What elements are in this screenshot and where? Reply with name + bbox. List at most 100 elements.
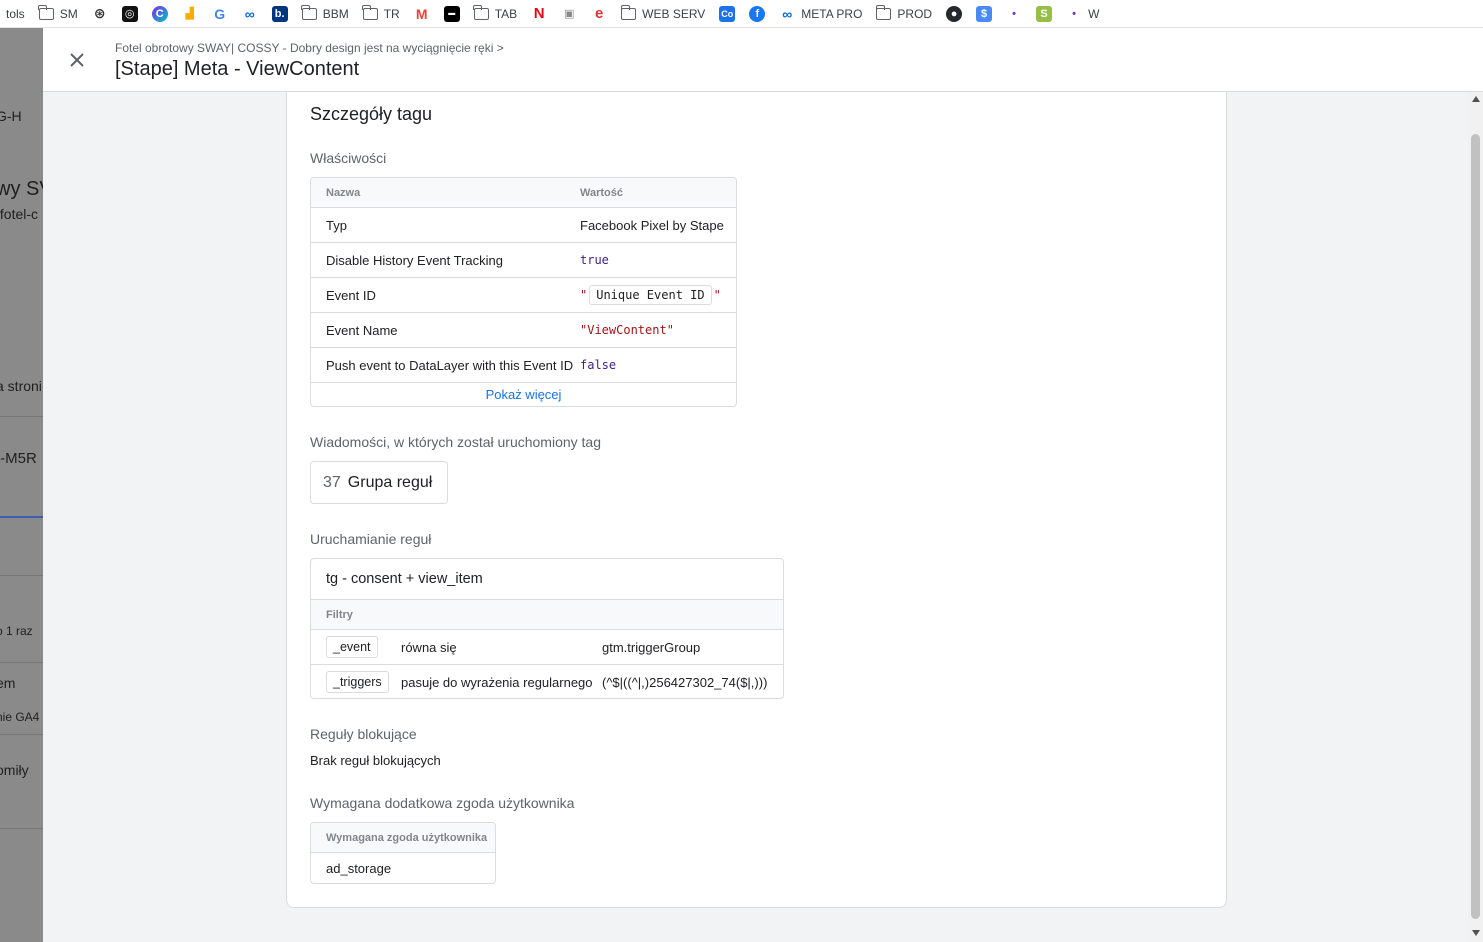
bookmark-meta[interactable]: ∞ — [242, 4, 258, 24]
divider — [0, 828, 43, 829]
trigger-name-row[interactable]: tg - consent + view_item — [311, 559, 783, 599]
bookmark-github[interactable]: ● — [946, 4, 963, 24]
github-icon: ● — [946, 5, 963, 22]
bookmark-tols[interactable]: tols — [6, 4, 25, 24]
bookmark-folder-prod[interactable]: PROD — [875, 4, 932, 24]
divider — [0, 416, 43, 417]
folder-icon — [875, 4, 892, 20]
bookmark-app4[interactable]: $ — [976, 4, 993, 24]
breadcrumb[interactable]: Fotel obrotowy SWAY| COSSY - Dobry desig… — [115, 41, 504, 55]
consent-heading: Wymagana dodatkowa zgoda użytkownika — [310, 795, 575, 811]
property-name: Push event to DataLayer with this Event … — [326, 357, 574, 373]
bookmark-label: META PRO — [801, 6, 863, 21]
close-button[interactable] — [65, 48, 89, 72]
bookmark-app3[interactable]: Co — [719, 4, 736, 24]
printer-icon: ▣ — [563, 8, 575, 20]
bookmark-meta-pro[interactable]: ∞ META PRO — [779, 4, 862, 24]
message-group-chip[interactable]: 37 Grupa reguł — [310, 461, 448, 504]
folder-icon — [301, 4, 317, 20]
properties-table: Nazwa Wartość Typ Facebook Pixel by Stap… — [310, 177, 737, 407]
bookmark-gmail[interactable]: M — [414, 4, 430, 24]
property-value: " Unique Event ID " — [580, 278, 721, 312]
bg-text: o 1 raz — [0, 624, 33, 638]
filter-variable-chip: _triggers — [326, 671, 389, 693]
scrollbar[interactable] — [1468, 92, 1483, 942]
filters-header: Filtry — [311, 599, 783, 629]
bookmark-label: TAB — [494, 6, 518, 21]
table-header: Nazwa Wartość — [311, 178, 736, 207]
bookmark-folder-webserv[interactable]: WEB SERV — [620, 4, 706, 24]
bookmark-folder-sm[interactable]: SM — [38, 4, 78, 24]
bookmark-google[interactable]: G — [212, 4, 228, 24]
bookmark-facebook[interactable]: f — [749, 4, 766, 24]
filter-operator: równa się — [401, 639, 457, 655]
bookmark-e[interactable]: e — [591, 4, 607, 24]
bookmark-printer[interactable]: ▣ — [561, 4, 577, 24]
firing-triggers-heading: Uruchamianie reguł — [310, 531, 432, 547]
bg-text: /fotel-c — [0, 206, 39, 222]
scroll-thumb[interactable] — [1471, 134, 1480, 919]
app-icon: ▬ — [443, 5, 460, 22]
messages-heading: Wiadomości, w których został uruchomiony… — [310, 434, 601, 450]
bookmark-label: BBM — [322, 6, 349, 21]
variable-chip[interactable]: Unique Event ID — [589, 285, 712, 305]
tag-details-card: Szczegóły tagu Właściwości Nazwa Wartość… — [286, 92, 1227, 908]
property-name: Event Name — [326, 322, 398, 338]
bookmark-label: WEB SERV — [642, 6, 706, 21]
facebook-icon: f — [749, 5, 766, 22]
filters-label: Filtry — [326, 608, 353, 621]
table-row: Event ID " Unique Event ID " — [311, 277, 736, 312]
table-row: Push event to DataLayer with this Event … — [311, 347, 736, 382]
scroll-down-icon[interactable] — [1472, 930, 1480, 936]
properties-heading: Właściwości — [310, 150, 387, 166]
bookmark-app5[interactable]: • — [1006, 4, 1022, 24]
show-more-row: Pokaż więcej — [311, 382, 736, 406]
bg-text: G-H — [0, 108, 22, 124]
filter-value: (^$|((^|,)256427302_74($|,))) — [602, 674, 768, 690]
scroll-up-icon[interactable] — [1472, 96, 1480, 102]
bookmark-folder-tab[interactable]: TAB — [473, 4, 518, 24]
page-title: [Stape] Meta - ViewContent — [115, 58, 360, 80]
bookmark-netflix[interactable]: N — [531, 4, 547, 24]
message-count: 37 — [323, 473, 341, 491]
bookmark-w[interactable]: • W — [1066, 4, 1099, 24]
openai-icon: ⊛ — [93, 5, 106, 21]
consent-table: Wymagana zgoda użytkownika ad_storage — [310, 822, 496, 884]
filter-variable: _triggers — [326, 665, 389, 698]
bookmark-booking[interactable]: b. — [271, 4, 288, 24]
blocking-triggers-text: Brak reguł blokujących — [310, 753, 441, 768]
bookmark-folder-bbm[interactable]: BBM — [301, 4, 349, 24]
bg-text: I-M5R — [0, 450, 37, 467]
divider — [0, 734, 43, 735]
table-row: Typ Facebook Pixel by Stape — [311, 207, 736, 242]
e-icon: e — [594, 5, 604, 22]
canva-icon: C — [151, 5, 168, 22]
app-icon: • — [1072, 7, 1077, 20]
show-more-link[interactable]: Pokaż więcej — [486, 387, 562, 402]
app-icon: Co — [719, 5, 736, 22]
filter-variable: _event — [326, 630, 378, 664]
bookmark-folder-tr[interactable]: TR — [362, 4, 400, 24]
property-name: Event ID — [326, 287, 376, 303]
table-row: Event Name "ViewContent" — [311, 312, 736, 347]
folder-icon — [620, 4, 637, 20]
bookmark-analytics[interactable]: ▟ — [182, 4, 198, 24]
bookmark-label: TR — [383, 6, 400, 21]
panel-header: Fotel obrotowy SWAY| COSSY - Dobry desig… — [43, 28, 1483, 92]
consent-value: ad_storage — [326, 860, 392, 876]
bg-text: em — [0, 675, 16, 691]
filter-variable-chip: _event — [326, 636, 378, 658]
bookmark-openai[interactable]: ⊛ — [92, 4, 108, 24]
bookmark-shopify[interactable]: S — [1036, 4, 1053, 24]
message-label: Grupa reguł — [347, 473, 433, 491]
property-value: true — [580, 253, 609, 267]
shopify-icon: S — [1036, 5, 1053, 22]
consent-column-header: Wymagana zgoda użytkownika — [326, 831, 488, 844]
bookmark-canva[interactable]: C — [151, 4, 168, 24]
bookmark-label: tols — [6, 6, 25, 21]
table-row: ad_storage — [311, 852, 495, 883]
bookmark-app2[interactable]: ▬ — [443, 4, 460, 24]
quote-open: " — [580, 288, 588, 302]
bookmark-app[interactable]: ◎ — [121, 4, 138, 24]
bg-text: nie GA4 — [0, 710, 40, 724]
